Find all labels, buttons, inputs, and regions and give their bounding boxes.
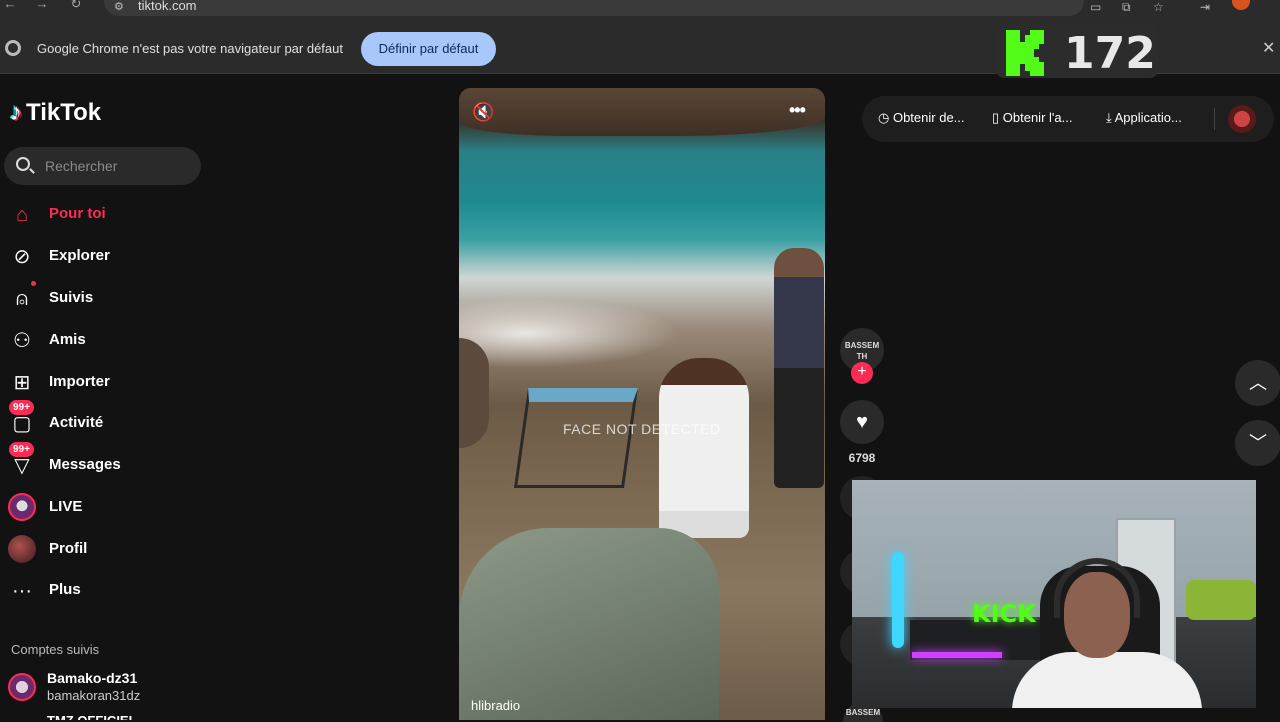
followed-account-name: Bamako-dz31 bbox=[47, 670, 138, 686]
chevron-up-icon[interactable]: ︿ bbox=[1235, 360, 1280, 406]
activity-badge: 99+ bbox=[9, 400, 34, 415]
nav-item-profile[interactable]: Profil bbox=[0, 532, 200, 568]
mute-icon[interactable]: 🔇 bbox=[472, 102, 494, 123]
kick-logo-icon bbox=[1006, 30, 1044, 76]
nav-item-messages[interactable]: ▽ 99+ Messages bbox=[0, 442, 200, 484]
extensions-icon[interactable]: ⇥ bbox=[1200, 0, 1210, 14]
set-default-button[interactable]: Définir par défaut bbox=[361, 32, 496, 66]
followed-account-item[interactable]: Bamako-dz31 bamakoran31dz bbox=[8, 670, 198, 706]
browser-toolbar: ← → ↻ ⚙ tiktok.com ▭ ⧉ ☆ ⇥ bbox=[0, 0, 1280, 22]
cast-icon[interactable]: ▭ bbox=[1090, 0, 1101, 14]
followed-account-name[interactable]: TMZ OFFICIEL bbox=[47, 713, 137, 720]
nav-item-friends[interactable]: ⚇ Amis bbox=[0, 323, 200, 359]
nav-label: Activité bbox=[49, 414, 104, 431]
viewer-count: 172 bbox=[1064, 28, 1156, 79]
top-actions-bar: ◷ Obtenir de... ▯ Obtenir l'a... ⤓ Appli… bbox=[862, 96, 1274, 142]
face-detection-text: FACE NOT DETECTED bbox=[563, 421, 721, 437]
nav-label: Plus bbox=[49, 581, 81, 598]
profile-avatar bbox=[8, 535, 36, 563]
video-author[interactable]: hlibradio bbox=[471, 698, 520, 713]
nav-label: LIVE bbox=[49, 498, 83, 515]
site-info-icon[interactable]: ⚙ bbox=[114, 0, 124, 13]
browser-profile-avatar[interactable] bbox=[1232, 0, 1250, 10]
nav-item-more[interactable]: ··· Plus bbox=[0, 573, 200, 609]
followed-account-username: bamakoran31dz bbox=[47, 688, 141, 703]
get-coins-button[interactable]: ◷ Obtenir de... bbox=[878, 110, 965, 126]
following-icon: ⍝ bbox=[16, 288, 28, 310]
logo-text: TikTok bbox=[26, 99, 102, 126]
nav-item-following[interactable]: ⍝ Suivis bbox=[0, 281, 200, 317]
compass-icon: ⊘ bbox=[13, 246, 31, 268]
kick-viewer-badge: 172 bbox=[996, 24, 1158, 79]
nav-item-live[interactable]: LIVE bbox=[0, 490, 200, 526]
home-icon: ⌂ bbox=[15, 204, 29, 226]
url-text: tiktok.com bbox=[138, 0, 197, 13]
get-app-button[interactable]: ▯ Obtenir l'a... bbox=[992, 110, 1072, 126]
video-player[interactable]: 🔇 ••• FACE NOT DETECTED hlibradio bbox=[459, 88, 825, 720]
messages-icon: ▽ bbox=[14, 455, 30, 477]
search-placeholder: Rechercher bbox=[45, 158, 118, 174]
chrome-icon bbox=[5, 40, 21, 56]
like-count: 6798 bbox=[848, 451, 876, 465]
forward-icon[interactable]: → bbox=[32, 0, 52, 10]
close-icon[interactable]: ✕ bbox=[1262, 38, 1275, 58]
activity-icon: ▢ bbox=[12, 413, 32, 435]
nav-label: Profil bbox=[49, 540, 88, 557]
address-bar[interactable]: ⚙ tiktok.com bbox=[104, 0, 1084, 16]
bookmark-star-icon[interactable]: ☆ bbox=[1153, 0, 1164, 14]
back-icon[interactable]: ← bbox=[0, 0, 20, 10]
desktop-app-button[interactable]: ⤓ Applicatio... bbox=[1106, 110, 1182, 126]
kick-neon-sign: KICK bbox=[972, 600, 1036, 628]
streamer-webcam: KICK bbox=[852, 480, 1256, 708]
nav-label: Messages bbox=[49, 456, 121, 473]
nav-item-upload[interactable]: ⊞ Importer bbox=[0, 365, 200, 401]
tiktok-logo[interactable]: ♪ TikTok bbox=[10, 98, 101, 128]
infobar-message: Google Chrome n'est pas votre navigateur… bbox=[37, 41, 343, 56]
heart-icon[interactable]: ♥ bbox=[840, 400, 884, 444]
followed-accounts-title: Comptes suivis bbox=[11, 642, 100, 657]
nav-label: Importer bbox=[49, 373, 110, 390]
tiktok-note-icon: ♪ bbox=[10, 99, 22, 126]
reload-icon[interactable]: ↻ bbox=[66, 0, 86, 10]
messages-badge: 99+ bbox=[9, 442, 34, 457]
follow-plus-icon[interactable]: + bbox=[851, 362, 873, 384]
more-icon: ··· bbox=[12, 580, 32, 602]
nav-label: Suivis bbox=[49, 289, 94, 306]
more-options-icon[interactable]: ••• bbox=[789, 100, 806, 121]
live-avatar bbox=[8, 493, 36, 521]
nav-item-for-you[interactable]: ⌂ Pour toi bbox=[0, 197, 200, 233]
nav-item-activity[interactable]: ▢ 99+ Activité bbox=[0, 400, 200, 442]
avatar bbox=[8, 673, 36, 701]
nav-label: Pour toi bbox=[49, 205, 106, 222]
search-icon bbox=[16, 157, 30, 171]
user-avatar[interactable] bbox=[1228, 105, 1256, 133]
translate-icon[interactable]: ⧉ bbox=[1122, 0, 1131, 14]
notification-dot bbox=[31, 281, 36, 286]
nav-label: Amis bbox=[49, 331, 86, 348]
upload-icon: ⊞ bbox=[13, 372, 31, 394]
nav-item-explore[interactable]: ⊘ Explorer bbox=[0, 239, 200, 275]
friends-icon: ⚇ bbox=[13, 330, 31, 352]
chevron-down-icon[interactable]: ﹀ bbox=[1235, 420, 1280, 466]
search-input[interactable]: Rechercher bbox=[4, 147, 201, 185]
nav-label: Explorer bbox=[49, 247, 110, 264]
